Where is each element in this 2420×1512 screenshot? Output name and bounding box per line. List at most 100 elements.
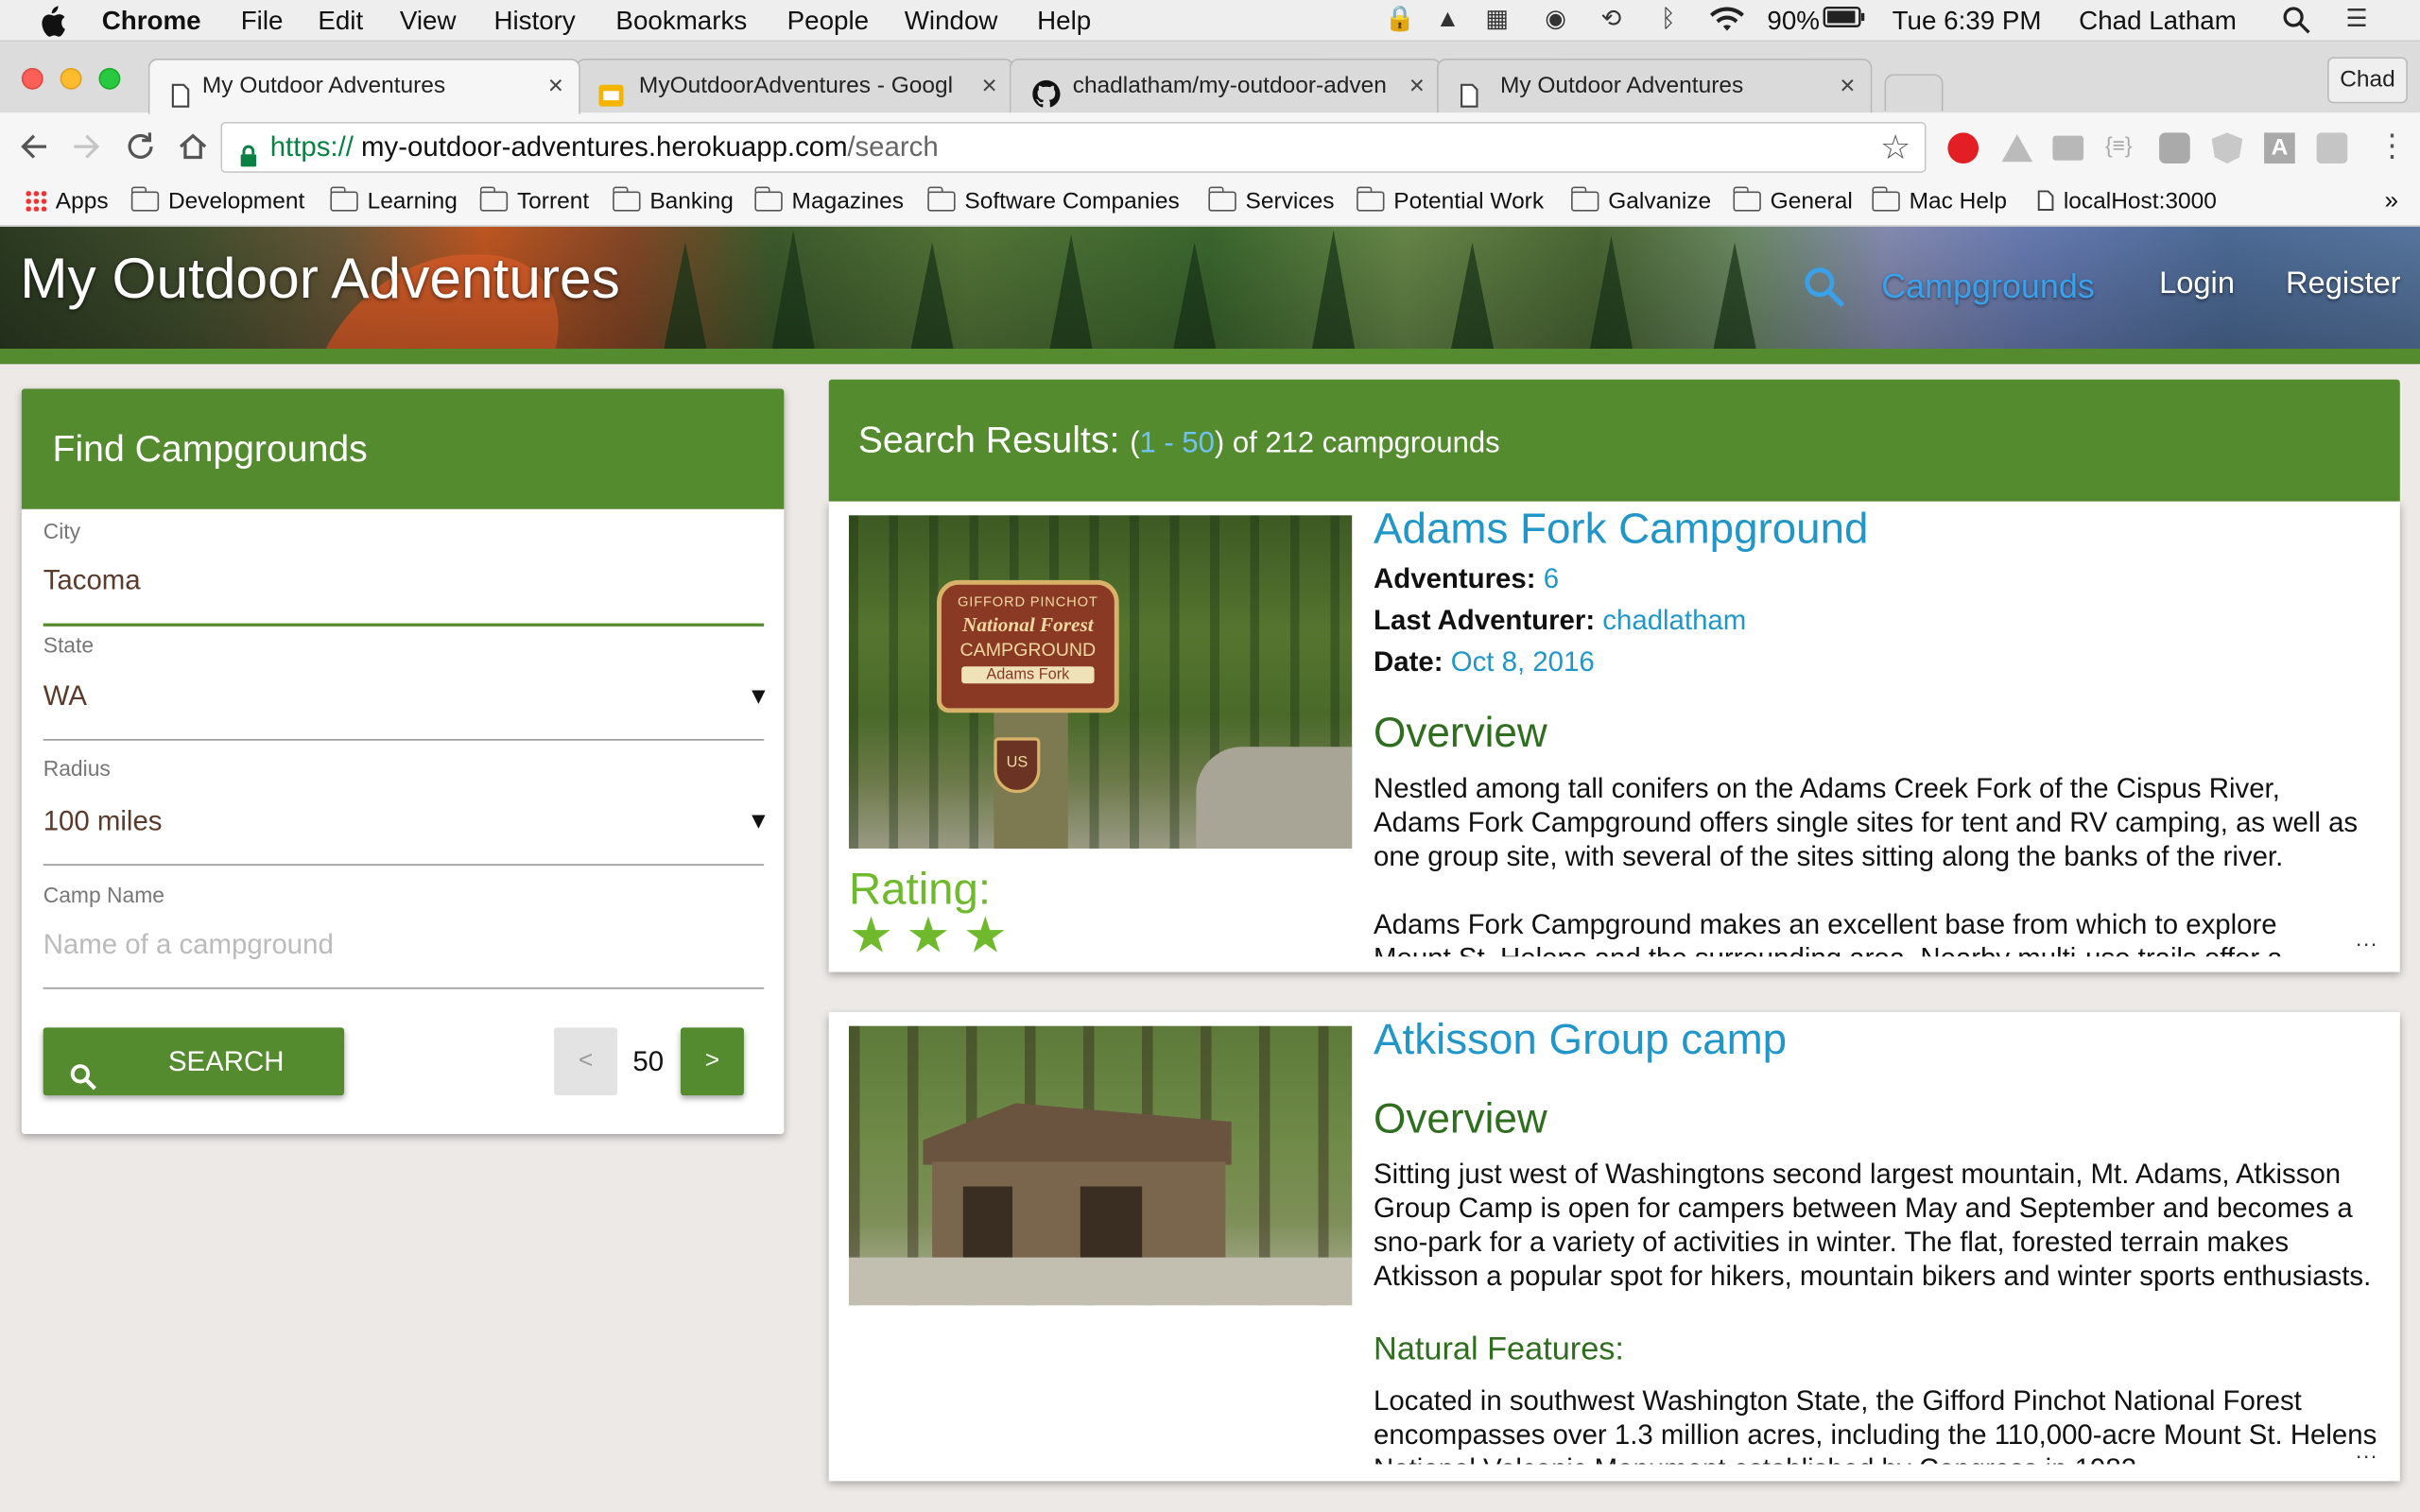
address-bar[interactable]: https:// my-outdoor-adventures.herokuapp… (220, 121, 1927, 173)
menu-history[interactable]: History (493, 0, 575, 42)
apps-grid-icon (25, 189, 46, 212)
adventure-date-link[interactable]: Oct 8, 2016 (1451, 646, 1595, 678)
bookmark-folder-learning[interactable]: Learning (330, 182, 458, 222)
time-machine-icon[interactable]: ⟲ (1596, 7, 1627, 34)
bookmark-folder-galvanize[interactable]: Galvanize (1571, 182, 1711, 222)
last-adventurer-link[interactable]: chadlatham (1602, 605, 1746, 636)
overview-paragraph: Sitting just west of Washingtons second … (1374, 1159, 2372, 1292)
extension-icon[interactable] (2159, 132, 2190, 164)
spotlight-search-icon[interactable] (2281, 7, 2312, 34)
bookmark-folder-banking[interactable]: Banking (613, 182, 734, 222)
search-results-header: Search Results: (1 - 50) of 212 campgrou… (828, 379, 2400, 502)
font-extension-icon[interactable]: A (2264, 132, 2295, 164)
bookmark-folder-software-companies[interactable]: Software Companies (927, 182, 1180, 222)
bookmark-localhost[interactable]: localHost:3000 (2037, 182, 2217, 222)
screenshot-extension-icon[interactable] (2052, 135, 2084, 161)
more-ellipsis[interactable]: ... (2356, 1438, 2378, 1463)
menu-edit[interactable]: Edit (318, 0, 363, 42)
radius-select[interactable]: 100 miles (43, 805, 163, 837)
tree-decoration (771, 230, 816, 351)
bookmark-label: Development (167, 188, 305, 215)
bookmark-folder-torrent[interactable]: Torrent (479, 182, 589, 222)
bookmark-label: Banking (649, 188, 734, 215)
tab-close-icon[interactable]: × (1840, 60, 1855, 113)
lock-status-icon[interactable]: 🔒 (1384, 7, 1416, 34)
dropdown-arrow-icon[interactable]: ▼ (747, 683, 769, 710)
tab-github[interactable]: chadlatham/my-outdoor-adven × (1009, 59, 1442, 114)
campground-title-link[interactable]: Adams Fork Campground (1374, 505, 1868, 554)
menu-help[interactable]: Help (1037, 0, 1091, 42)
city-input[interactable]: Tacoma (43, 565, 141, 597)
bookmark-folder-development[interactable]: Development (130, 182, 305, 222)
campground-title-link[interactable]: Atkisson Group camp (1374, 1015, 1787, 1064)
bookmark-folder-magazines[interactable]: Magazines (754, 182, 904, 222)
search-button[interactable]: SEARCH (43, 1027, 345, 1096)
tab-title: MyOutdoorAdventures - Googl (638, 72, 954, 99)
tab-google-slides[interactable]: MyOutdoorAdventures - Googl × (575, 59, 1014, 114)
menu-view[interactable]: View (400, 0, 457, 42)
menubar-clock[interactable]: Tue 6:39 PM (1893, 0, 2042, 42)
menu-file[interactable]: File (241, 0, 284, 42)
bookmark-folder-mac-help[interactable]: Mac Help (1872, 182, 2007, 222)
tiles-icon[interactable]: ▦ (1481, 7, 1512, 34)
shelter-opening (1080, 1186, 1143, 1264)
bookmark-apps[interactable]: Apps (25, 182, 109, 222)
campground-photo[interactable]: GIFFORD PINCHOT National Forest CAMPGROU… (848, 515, 1353, 849)
bookmark-folder-general[interactable]: General (1733, 182, 1853, 222)
google-drive-icon[interactable]: ▲ (1432, 7, 1463, 34)
nav-campgrounds[interactable]: Campgrounds (1881, 266, 2095, 306)
tab-my-outdoor-adventures-2[interactable]: My Outdoor Adventures × (1437, 59, 1873, 114)
bluetooth-icon[interactable]: ᛒ (1653, 7, 1685, 34)
reload-icon[interactable] (124, 129, 158, 171)
menu-window[interactable]: Window (905, 0, 998, 42)
minimize-window-button[interactable] (60, 67, 82, 90)
new-tab-button[interactable] (1884, 74, 1944, 112)
state-select[interactable]: WA (43, 680, 87, 713)
chrome-menu-icon[interactable]: ⋮ (2377, 127, 2408, 165)
site-title[interactable]: My Outdoor Adventures (20, 247, 620, 312)
bookmark-folder-potential-work[interactable]: Potential Work (1357, 182, 1544, 222)
menubar-user[interactable]: Chad Latham (2079, 0, 2237, 42)
react-extension-icon[interactable] (2316, 132, 2348, 164)
bookmark-folder-services[interactable]: Services (1208, 182, 1334, 222)
camp-name-input[interactable]: Name of a campground (43, 929, 334, 961)
folder-icon (1872, 186, 1900, 212)
prev-page-button[interactable]: < (554, 1027, 618, 1096)
home-icon[interactable] (176, 129, 210, 171)
battery-icon[interactable] (1822, 6, 1868, 34)
sign-text: GIFFORD PINCHOT (958, 593, 1098, 610)
notification-center-icon[interactable]: ☰ (2342, 7, 2373, 34)
nav-register[interactable]: Register (2286, 266, 2401, 302)
dropdown-arrow-icon[interactable]: ▼ (747, 809, 769, 835)
tab-close-icon[interactable]: × (1409, 60, 1425, 113)
forward-icon[interactable] (69, 129, 103, 171)
wifi-icon[interactable] (1707, 7, 1747, 34)
menu-bookmarks[interactable]: Bookmarks (615, 0, 747, 42)
eye-icon[interactable]: ◉ (1540, 7, 1571, 34)
search-icon (69, 1048, 96, 1116)
json-extension-icon[interactable]: {≡} (2105, 132, 2133, 157)
date-field: Date: Oct 8, 2016 (1374, 646, 1595, 679)
tree-decoration (1049, 234, 1093, 351)
tab-close-icon[interactable]: × (981, 60, 996, 113)
back-icon[interactable] (17, 129, 51, 171)
next-page-button[interactable]: > (681, 1027, 744, 1096)
nav-login[interactable]: Login (2159, 266, 2235, 302)
close-window-button[interactable] (21, 67, 43, 90)
tab-close-icon[interactable]: × (548, 60, 563, 113)
bookmark-star-icon[interactable]: ☆ (1880, 124, 1910, 172)
tab-my-outdoor-adventures-active[interactable]: My Outdoor Adventures × (147, 59, 580, 114)
profile-button[interactable]: Chad (2327, 57, 2408, 104)
adventures-count-link[interactable]: 6 (1544, 563, 1559, 594)
opera-extension-icon[interactable] (1947, 132, 1979, 164)
zoom-window-button[interactable] (98, 67, 121, 90)
url-path: /search (847, 130, 939, 163)
results-range: 1 - 50 (1139, 427, 1215, 460)
campground-photo[interactable] (848, 1025, 1353, 1306)
more-ellipsis[interactable]: ... (2356, 926, 2378, 951)
state-label: State (43, 632, 95, 658)
bookmarks-overflow-chevron[interactable]: » (2384, 182, 2398, 222)
search-icon[interactable] (1803, 266, 1846, 317)
menu-people[interactable]: People (787, 0, 869, 42)
menu-chrome[interactable]: Chrome (102, 0, 201, 42)
